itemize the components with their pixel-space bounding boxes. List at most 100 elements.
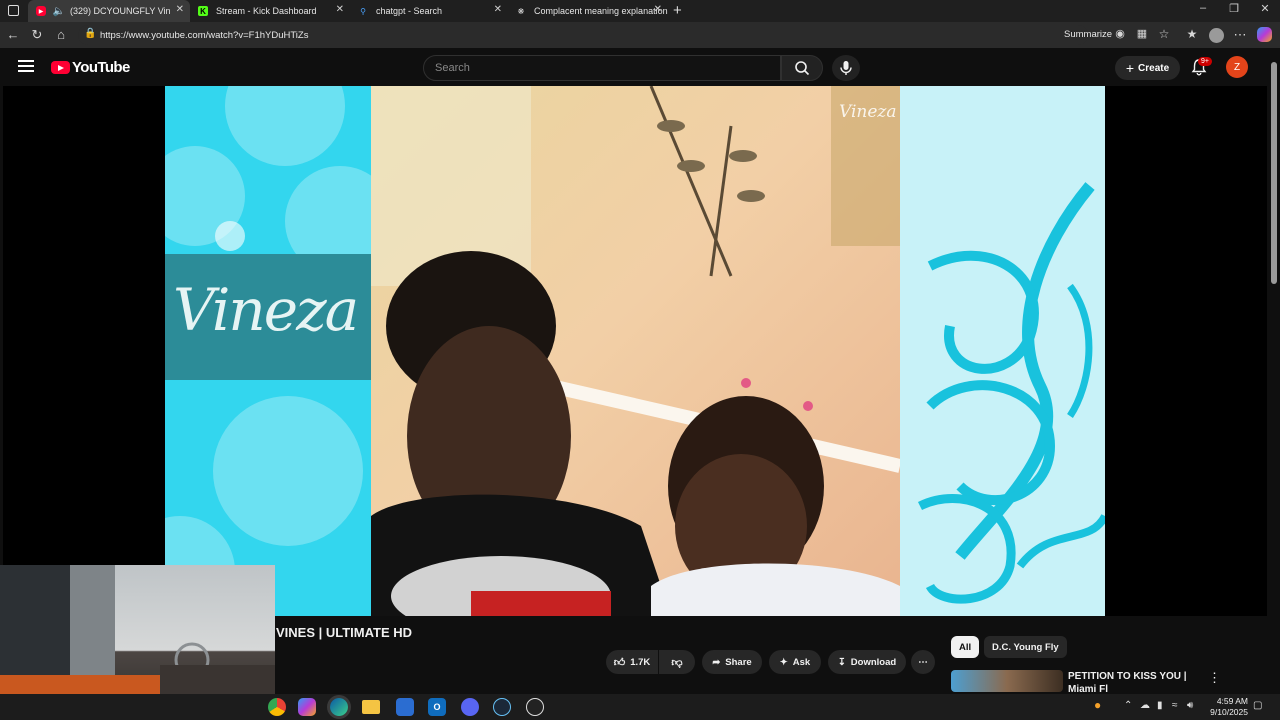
system-clock[interactable]: 4:59 AM 9/10/2025 <box>1200 696 1248 718</box>
download-icon: ↧ <box>837 656 846 668</box>
tab-search[interactable]: ⚲ chatgpt - Search ✕ <box>350 0 508 22</box>
vineza-watermark: Vineza <box>839 102 897 122</box>
chip-all[interactable]: All <box>951 636 980 658</box>
clock-time: 4:59 AM <box>1216 696 1248 706</box>
outlook-icon[interactable]: O <box>428 698 446 716</box>
browser-tab-strip: ▶ 🔈 (329) DCYOUNGFLY Vine Co ✕ K Stream … <box>0 0 1280 22</box>
search-icon <box>795 61 810 76</box>
microphone-icon <box>840 61 852 75</box>
more-actions-button[interactable]: ⋯ <box>911 650 935 674</box>
search-button[interactable] <box>781 55 823 81</box>
taskbar: O ● ⌃ ☁ ▮ ≈ 🔊︎ 4:59 AM 9/10/2025 ▢ <box>0 694 1280 720</box>
thumbs-down-icon: 👎︎ <box>671 656 683 669</box>
recommendation-more-icon[interactable]: ⋮ <box>1208 670 1221 686</box>
search-icon: ⚲ <box>360 6 366 16</box>
sparkle-icon: ✦ <box>779 656 788 668</box>
decor-bubble <box>215 221 245 251</box>
recommendation-thumbnail[interactable] <box>951 670 1063 692</box>
youtube-logo[interactable]: YouTube <box>51 59 130 76</box>
voice-search-button[interactable] <box>832 55 860 81</box>
share-button[interactable]: ➦ Share <box>702 650 762 674</box>
youtube-icon: ▶ <box>36 6 46 16</box>
app-tray-icon[interactable]: ● <box>1094 698 1101 712</box>
share-icon: ➦ <box>712 656 721 668</box>
edge-icon[interactable] <box>330 698 348 716</box>
microphone-tray-icon[interactable]: ▮ <box>1157 700 1163 711</box>
wifi-icon[interactable]: ≈ <box>1172 700 1178 711</box>
notification-count-badge: 9+ <box>1198 57 1212 66</box>
download-button[interactable]: ↧ Download <box>828 650 906 674</box>
discord-icon[interactable] <box>461 698 479 716</box>
thumbs-up-icon: 👍︎ <box>613 656 626 669</box>
volume-icon[interactable]: 🔊︎ <box>1187 700 1193 711</box>
chatgpt-icon: ❋ <box>517 6 525 16</box>
copilot-icon[interactable] <box>1257 27 1272 42</box>
site-info-icon[interactable]: 🔒 <box>84 28 96 39</box>
page-scrollbar[interactable] <box>1268 48 1280 694</box>
swirl-ornament-image <box>917 182 1105 604</box>
tab-actions-icon[interactable] <box>8 5 19 16</box>
ask-label: Ask <box>792 656 811 668</box>
like-count: 1.7K <box>630 656 651 668</box>
cloud-icon[interactable]: ☁ <box>1140 700 1150 711</box>
ask-button[interactable]: ✦ Ask <box>769 650 821 674</box>
copilot-app-icon[interactable] <box>298 698 316 716</box>
dislike-button[interactable]: 👎︎ <box>659 650 695 674</box>
close-window-icon[interactable]: ✕ <box>1250 2 1280 15</box>
tab-kick[interactable]: K Stream - Kick Dashboard ✕ <box>190 0 350 22</box>
speaker-icon[interactable]: 🔈 <box>53 6 65 17</box>
like-button[interactable]: 👍︎ 1.7K <box>606 650 658 674</box>
close-tab-icon[interactable]: ✕ <box>494 4 502 15</box>
new-tab-button[interactable]: + <box>673 2 682 19</box>
kick-icon: K <box>198 6 208 16</box>
chip-dc-young-fly[interactable]: D.C. Young Fly <box>984 636 1067 658</box>
refresh-icon[interactable]: ↻ <box>29 27 45 43</box>
favorites-icon[interactable]: ★ <box>1184 27 1200 41</box>
close-tab-icon[interactable]: ✕ <box>176 4 184 15</box>
video-title: VINES | ULTIMATE HD <box>276 625 413 640</box>
close-tab-icon[interactable]: ✕ <box>654 4 662 15</box>
copilot-page-icon[interactable]: ◉ <box>1112 27 1128 40</box>
chevron-up-icon[interactable]: ⌃ <box>1124 700 1132 711</box>
recommendation-title[interactable]: PETITION TO KISS YOU | Miami Fl <box>1068 670 1208 692</box>
file-explorer-icon[interactable] <box>362 700 380 714</box>
restore-icon[interactable]: ❐ <box>1219 2 1249 15</box>
obs-icon[interactable] <box>526 698 544 716</box>
video-scene-image <box>371 86 900 616</box>
favorite-star-icon[interactable]: ☆ <box>1156 27 1172 41</box>
back-icon[interactable]: ← <box>5 27 21 42</box>
video-player[interactable]: Vineza Vineza <box>3 86 1267 616</box>
youtube-header: YouTube Search + Create 9+ Z <box>0 48 1268 86</box>
notification-center-icon[interactable]: ▢ <box>1253 700 1262 711</box>
extensions-icon[interactable]: ▦ <box>1134 27 1150 40</box>
tab-title: (329) DCYOUNGFLY Vine Co <box>70 6 170 16</box>
url-text: https://www.youtube.com/watch?v=F1hYDuHT… <box>100 29 309 41</box>
create-label: Create <box>1138 62 1170 74</box>
menu-icon[interactable] <box>18 60 34 72</box>
steam-icon[interactable] <box>493 698 511 716</box>
create-button[interactable]: + Create <box>1115 56 1180 80</box>
tab-chatgpt[interactable]: ❋ Complacent meaning explanation ✕ <box>508 0 668 22</box>
tab-title: Complacent meaning explanation <box>534 6 668 16</box>
address-bar[interactable]: 🔒 https://www.youtube.com/watch?v=F1hYDu… <box>78 25 1088 45</box>
decor-bubble <box>213 396 363 546</box>
download-label: Download <box>850 656 897 668</box>
avatar[interactable]: Z <box>1226 56 1248 78</box>
vineza-logo: Vineza <box>173 276 359 344</box>
search-input[interactable]: Search <box>423 55 781 81</box>
summarize-button[interactable]: Summarize <box>1064 29 1112 40</box>
video-left-panel: Vineza <box>165 86 371 616</box>
close-tab-icon[interactable]: ✕ <box>336 4 344 15</box>
profile-icon[interactable] <box>1209 28 1224 43</box>
browser-toolbar: ← ↻ ⌂ 🔒 https://www.youtube.com/watch?v=… <box>0 22 1280 48</box>
store-icon[interactable] <box>396 698 414 716</box>
plus-icon: + <box>1125 60 1135 76</box>
logo-text: YouTube <box>72 59 130 76</box>
home-icon[interactable]: ⌂ <box>53 27 69 42</box>
minimize-icon[interactable]: – <box>1188 2 1218 14</box>
tab-title: Stream - Kick Dashboard <box>216 6 317 16</box>
scrollbar-thumb[interactable] <box>1271 62 1277 284</box>
more-options-icon[interactable]: ⋯ <box>1232 27 1248 43</box>
tab-youtube[interactable]: ▶ 🔈 (329) DCYOUNGFLY Vine Co ✕ <box>28 0 190 22</box>
chrome-icon[interactable] <box>268 698 286 716</box>
